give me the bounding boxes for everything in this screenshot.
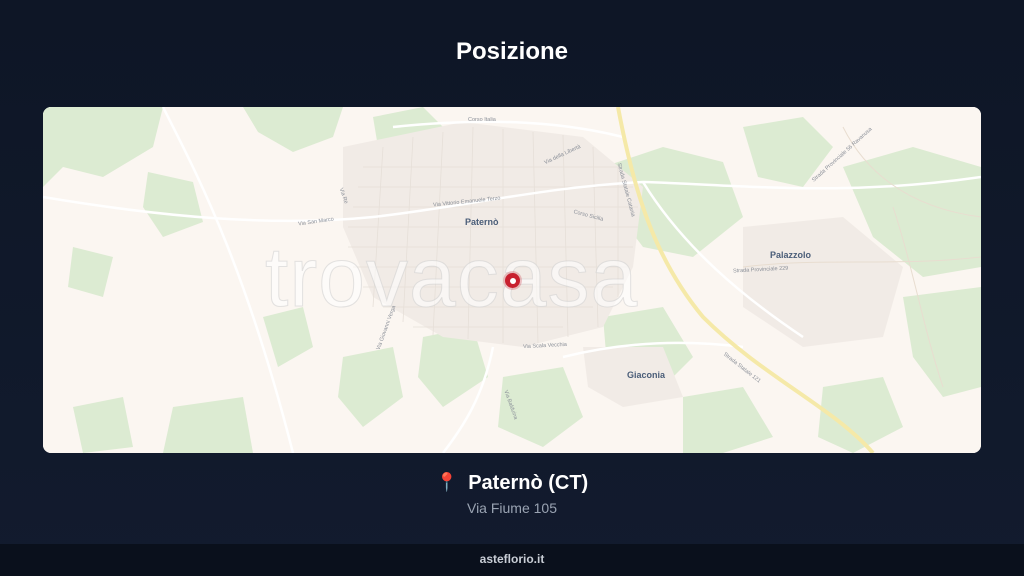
location-city: Paternò (CT) [468, 472, 589, 494]
map-label-paterno: Paternò [465, 217, 499, 227]
map-label-giaconia: Giaconia [627, 370, 666, 380]
footer-brand: asteflorio.it [479, 552, 545, 566]
location-pin-icon: 📍 [435, 472, 459, 492]
map-watermark: trovacasa [264, 230, 639, 325]
location-address: Via Fiume 105 [466, 500, 557, 516]
footer: asteflorio.it [0, 544, 1024, 576]
page-title: Posizione [455, 38, 569, 65]
map-label-palazzolo: Palazzolo [770, 250, 812, 260]
location-heading: 📍 Paternò (CT) [0, 472, 1024, 495]
map-label-corso-italia: Corso Italia [468, 117, 496, 123]
location-map[interactable]: trovacasa Paternò Palazzolo Giaconia Cor… [43, 107, 981, 453]
map-marker-icon[interactable] [505, 273, 520, 288]
